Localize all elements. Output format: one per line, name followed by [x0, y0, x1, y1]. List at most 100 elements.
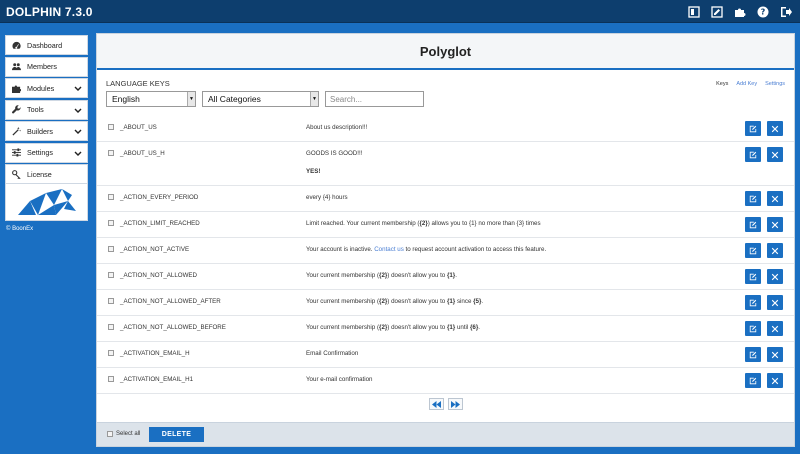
table-row: _ACTION_NOT_ALLOWED_BEFORE Your current … [97, 316, 794, 342]
contact-us-link[interactable]: Contact us [374, 246, 404, 253]
help-icon[interactable]: ? [756, 5, 769, 18]
edit-button[interactable] [745, 269, 761, 284]
row-value-text: . [481, 297, 484, 305]
pagination [429, 398, 463, 410]
row-checkbox[interactable] [108, 246, 114, 252]
delete-button[interactable] [767, 191, 783, 206]
row-value-text: since [455, 297, 474, 305]
row-value-extra: YES! [306, 167, 321, 175]
table-row: _ACTIVATION_EMAIL_H1 Your e-mail confirm… [97, 368, 794, 394]
top-icons: ? [687, 5, 792, 18]
row-checkbox[interactable] [108, 124, 114, 130]
sidebar-item-tools[interactable]: Tools [5, 99, 88, 120]
row-value-text: Your current membership ( [306, 323, 380, 331]
next-page-button[interactable] [448, 398, 463, 410]
table-row: _ABOUT_US About us description!!! [97, 116, 794, 142]
sliders-icon [12, 148, 21, 157]
sidebar-item-dashboard[interactable]: Dashboard [5, 35, 88, 55]
edit-icon [749, 151, 757, 158]
row-value: About us description!!! [306, 123, 368, 131]
language-select[interactable]: English ▼ [106, 91, 196, 107]
edit-icon [749, 299, 757, 306]
row-checkbox[interactable] [108, 350, 114, 356]
delete-selected-button[interactable]: DELETE [149, 427, 204, 442]
delete-button[interactable] [767, 121, 783, 136]
row-value: Limit reached. Your current membership (… [306, 217, 541, 231]
settings-link[interactable]: Settings [765, 81, 785, 87]
row-key: _ACTION_EVERY_PERIOD [120, 194, 199, 201]
row-key: _ACTION_NOT_ACTIVE [120, 246, 190, 253]
sidebar: Dashboard Members Modules Tools Builders… [5, 35, 88, 232]
delete-button[interactable] [767, 243, 783, 258]
delete-button[interactable] [767, 347, 783, 362]
delete-button[interactable] [767, 321, 783, 336]
delete-button[interactable] [767, 147, 783, 162]
edit-button[interactable] [745, 373, 761, 388]
edit-button[interactable] [745, 243, 761, 258]
prev-page-button[interactable] [429, 398, 444, 410]
row-checkbox[interactable] [108, 324, 114, 330]
dolphin-logo-icon [17, 189, 76, 215]
close-icon [771, 273, 779, 280]
row-value-placeholder: {1} [446, 271, 456, 279]
dolphin-logo [5, 184, 88, 221]
edit-button[interactable] [745, 147, 761, 162]
edit-icon [749, 125, 757, 132]
edit-icon[interactable] [710, 5, 723, 18]
delete-button[interactable] [767, 295, 783, 310]
row-checkbox[interactable] [108, 220, 114, 226]
chevron-down-icon[interactable] [74, 128, 82, 136]
keys-link[interactable]: Keys [716, 81, 728, 87]
sidebar-item-label: Dashboard [27, 40, 63, 50]
table-row: _ACTIVATION_EMAIL_H Email Confirmation [97, 342, 794, 368]
edit-button[interactable] [745, 217, 761, 232]
sidebar-item-members[interactable]: Members [5, 56, 88, 77]
row-key: _ACTION_LIMIT_REACHED [120, 220, 200, 227]
category-select[interactable]: All Categories ▼ [202, 91, 319, 107]
edit-button[interactable] [745, 347, 761, 362]
edit-icon [749, 273, 757, 280]
sidebar-item-label: Modules [27, 83, 55, 93]
edit-button[interactable] [745, 121, 761, 136]
logout-icon[interactable] [779, 5, 792, 18]
search-input[interactable]: Search... [325, 91, 424, 107]
edit-button[interactable] [745, 295, 761, 310]
chevron-down-icon[interactable] [74, 150, 82, 158]
chevron-down-icon[interactable] [74, 107, 82, 115]
edit-icon [749, 377, 757, 384]
chevron-down-icon[interactable] [74, 85, 82, 93]
delete-button[interactable] [767, 269, 783, 284]
row-value-text: Your current membership ( [306, 271, 380, 279]
chevron-down-icon[interactable]: ▼ [310, 92, 318, 106]
row-checkbox[interactable] [108, 272, 114, 278]
grid-icon[interactable] [687, 5, 700, 18]
sidebar-item-license[interactable]: License [5, 164, 88, 184]
row-checkbox[interactable] [108, 298, 114, 304]
row-checkbox[interactable] [108, 194, 114, 200]
chevron-down-icon[interactable]: ▼ [187, 92, 195, 106]
delete-button[interactable] [767, 217, 783, 232]
row-key: _ACTION_NOT_ALLOWED [120, 272, 198, 279]
puzzle-icon[interactable] [733, 5, 746, 18]
section-label: LANGUAGE KEYS [106, 79, 170, 88]
select-all-label[interactable]: Select all [116, 431, 140, 437]
sidebar-item-modules[interactable]: Modules [5, 78, 88, 98]
row-value-text: GOODS IS GOOD!!! [306, 149, 363, 157]
table-row: _ACTION_LIMIT_REACHED Limit reached. You… [97, 212, 794, 238]
row-value: Your e-mail confirmation [306, 375, 373, 383]
footer-bar: Select all DELETE [97, 422, 794, 446]
sidebar-item-builders[interactable]: Builders [5, 121, 88, 141]
edit-button[interactable] [745, 321, 761, 336]
row-key: _ACTIVATION_EMAIL_H [120, 350, 190, 357]
add-key-link[interactable]: Add Key [736, 81, 757, 87]
select-all-checkbox[interactable] [107, 431, 113, 437]
row-value-text: to request account activation to access … [403, 245, 547, 253]
row-value: Your current membership ({2}) doesn't al… [306, 269, 457, 283]
sidebar-item-settings[interactable]: Settings [5, 142, 88, 163]
delete-button[interactable] [767, 373, 783, 388]
row-checkbox[interactable] [108, 150, 114, 156]
copyright: © BoonEx [6, 226, 34, 232]
edit-button[interactable] [745, 191, 761, 206]
header-links: Keys Add Key Settings [716, 81, 785, 87]
row-checkbox[interactable] [108, 376, 114, 382]
